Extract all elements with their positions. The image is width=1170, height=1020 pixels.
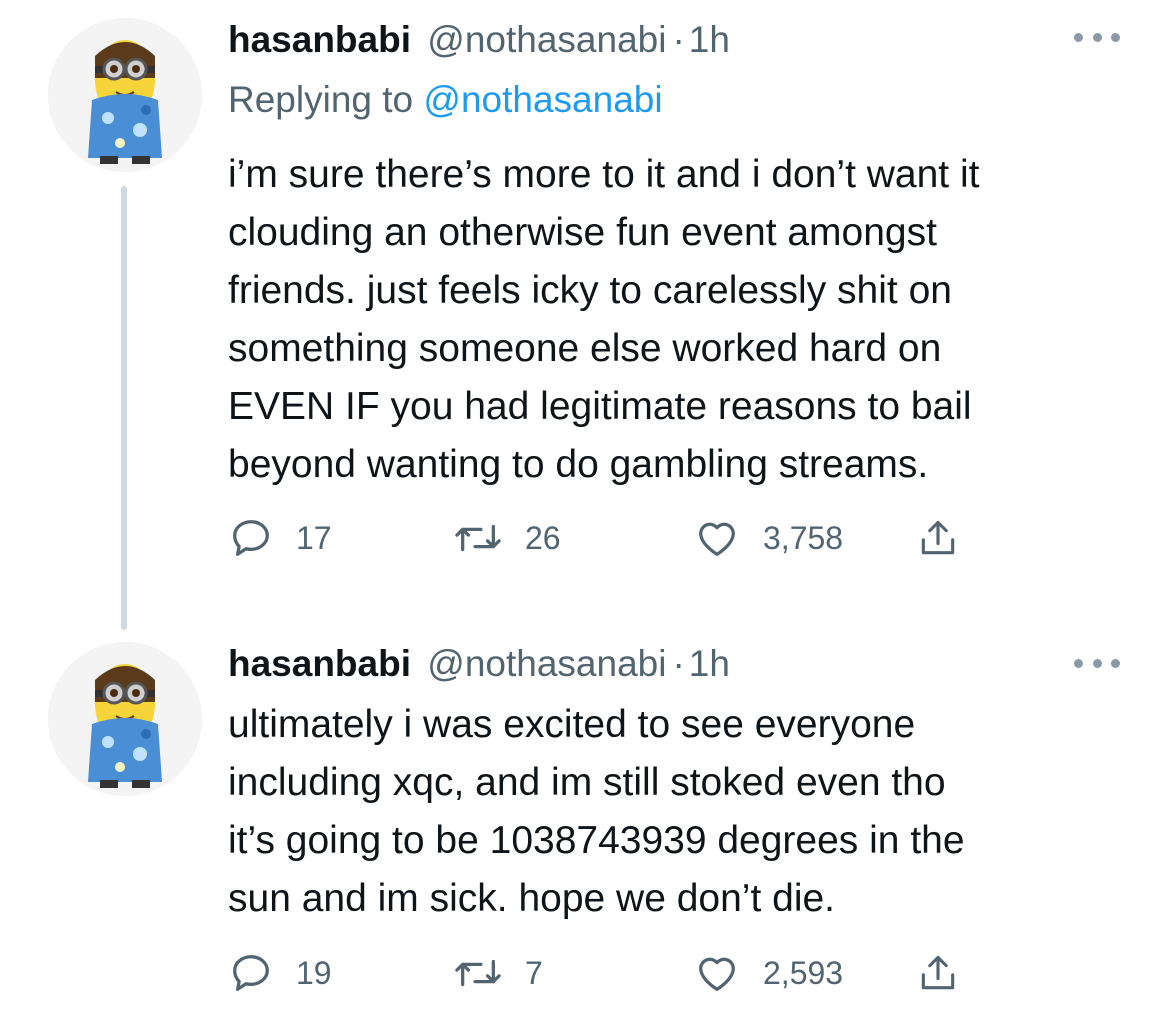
timestamp[interactable]: 1h: [689, 643, 730, 684]
minion-avatar-icon: [48, 18, 202, 172]
retweet-button[interactable]: 7: [453, 950, 543, 996]
more-options-icon[interactable]: [1074, 30, 1120, 44]
tweet-text-line: including xqc, and im still stoked even …: [228, 761, 946, 804]
retweet-icon: [455, 524, 501, 552]
reply-count: 19: [296, 954, 332, 991]
tweet-text-line: sun and im sick. hope we don’t die.: [228, 877, 836, 920]
reply-label: Replying to: [228, 79, 414, 120]
reply-button[interactable]: 17: [228, 515, 332, 561]
thread-line: [121, 186, 127, 630]
tweet-text-line: beyond wanting to do gambling streams.: [228, 443, 929, 486]
retweet-icon: [455, 959, 501, 987]
share-icon: [921, 955, 955, 990]
avatar[interactable]: [48, 18, 202, 172]
tweet-text-line: friends. just feels icky to carelessly s…: [228, 269, 952, 312]
tweet-text-line: ultimately i was excited to see everyone: [228, 703, 916, 746]
user-handle[interactable]: @nothasanabi: [427, 643, 666, 684]
tweet-text: i’m sure there’s more to it and i don’t …: [228, 146, 1138, 494]
replying-to: Replying to @nothasanabi: [228, 78, 663, 122]
tweet-text-line: i’m sure there’s more to it and i don’t …: [228, 153, 980, 196]
retweet-count: 26: [525, 519, 561, 556]
reply-mention-link[interactable]: @nothasanabi: [423, 79, 662, 120]
display-name[interactable]: hasanbabi: [228, 643, 411, 684]
avatar[interactable]: [48, 642, 202, 796]
reply-icon: [233, 520, 269, 556]
timestamp[interactable]: 1h: [689, 19, 730, 60]
retweet-count: 7: [525, 954, 543, 991]
share-button[interactable]: [916, 515, 960, 561]
display-name[interactable]: hasanbabi: [228, 19, 411, 60]
tweet-text-line: it’s going to be 1038743939 degrees in t…: [228, 819, 965, 862]
reply-count: 17: [296, 519, 332, 556]
reply-button[interactable]: 19: [228, 950, 332, 996]
share-button[interactable]: [916, 950, 960, 996]
tweet-actions: 17 26 3,758: [228, 515, 988, 565]
tweet-header: hasanbabi @nothasanabi · 1h: [228, 18, 730, 62]
share-icon: [921, 520, 955, 555]
retweet-button[interactable]: 26: [453, 515, 561, 561]
like-count: 2,593: [763, 954, 844, 991]
minion-avatar-icon: [48, 642, 202, 796]
reply-icon: [233, 955, 269, 991]
tweet-text-line: clouding an otherwise fun event amongst: [228, 211, 937, 254]
like-button[interactable]: 3,758: [693, 515, 843, 561]
separator-dot: ·: [672, 643, 685, 684]
heart-icon: [699, 522, 735, 556]
heart-icon: [699, 957, 735, 991]
user-handle[interactable]: @nothasanabi: [427, 19, 666, 60]
more-options-icon[interactable]: [1074, 656, 1120, 670]
like-count: 3,758: [763, 519, 844, 556]
tweet-actions: 19 7 2,593: [228, 950, 988, 1000]
separator-dot: ·: [672, 19, 685, 60]
tweet-text-line: EVEN IF you had legitimate reasons to ba…: [228, 385, 972, 428]
like-button[interactable]: 2,593: [693, 950, 843, 996]
tweet-header: hasanbabi @nothasanabi · 1h: [228, 642, 730, 686]
tweet-text-line: something someone else worked hard on: [228, 327, 942, 370]
tweet-text: ultimately i was excited to see everyone…: [228, 696, 1138, 928]
